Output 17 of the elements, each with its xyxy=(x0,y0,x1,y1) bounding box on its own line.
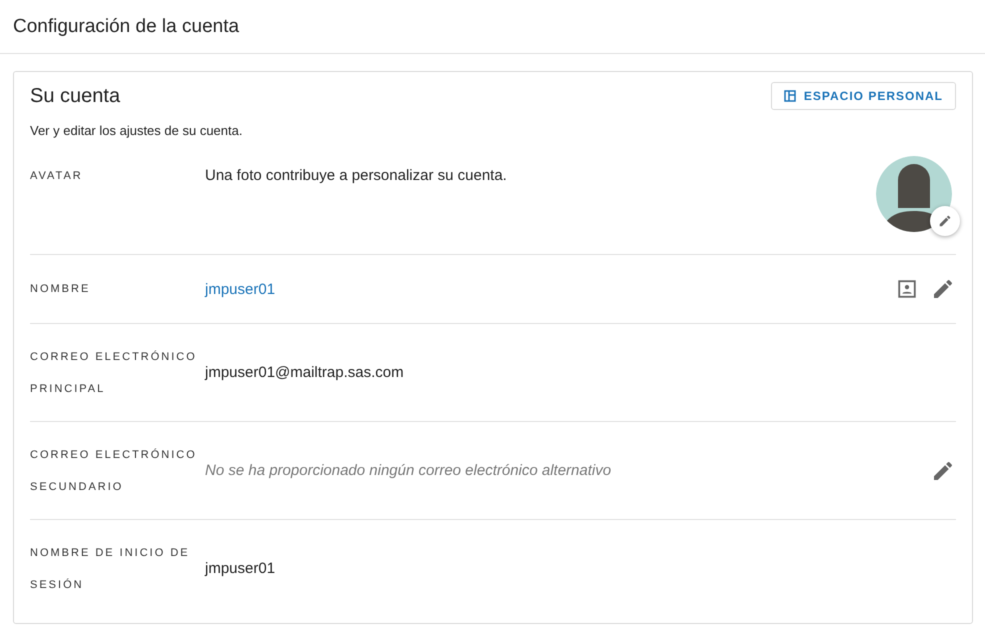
card-title: Su cuenta xyxy=(30,84,120,108)
field-value: jmpuser01 xyxy=(205,560,276,577)
workspace-button[interactable]: ESPACIO PERSONAL xyxy=(770,82,956,110)
field-label: CORREO ELECTRÓNICO PRINCIPAL xyxy=(30,350,198,396)
field-label: NOMBRE DE INICIO DE SESIÓN xyxy=(30,546,191,592)
field-value: Una foto contribuye a personalizar su cuenta. xyxy=(205,167,508,184)
field-label: AVATAR xyxy=(30,169,84,184)
field-label: CORREO ELECTRÓNICO SECUNDARIO xyxy=(30,448,198,494)
layout-icon xyxy=(784,90,796,102)
card-subtitle: Ver y editar los ajustes de su cuenta. xyxy=(30,123,244,138)
field-label: NOMBRE xyxy=(30,282,92,297)
edit-avatar-button[interactable] xyxy=(930,206,960,236)
name-link[interactable]: jmpuser01 xyxy=(205,280,894,298)
pencil-icon xyxy=(938,214,952,228)
page-title: Configuración de la cuenta xyxy=(13,16,240,38)
field-value: jmpuser01@mailtrap.sas.com xyxy=(205,364,405,381)
field-value: No se ha proporcionado ningún correo electrónico alternativo xyxy=(205,462,612,479)
